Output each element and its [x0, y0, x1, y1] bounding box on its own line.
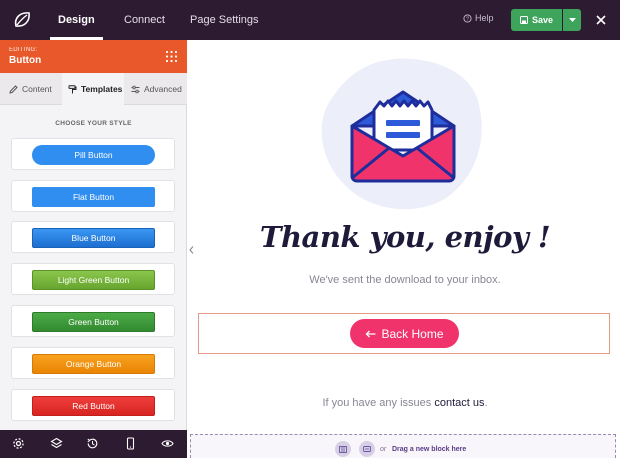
subtab-content-label: Content [22, 84, 52, 94]
style-preview-button: Pill Button [32, 145, 155, 165]
style-preview-button: Orange Button [32, 354, 155, 374]
layers-icon[interactable] [50, 437, 63, 450]
style-preview-button: Red Button [32, 396, 155, 416]
back-home-label: Back Home [381, 326, 444, 341]
issues-text: If you have any issues contact us. [190, 397, 620, 409]
save-icon [519, 16, 528, 24]
contact-us-link[interactable]: contact us [434, 397, 484, 409]
editing-label: EDITING: [9, 47, 38, 53]
save-label: Save [531, 15, 554, 25]
subtab-advanced-label: Advanced [144, 84, 182, 94]
grid-dots-icon[interactable] [165, 50, 178, 63]
style-card-flat[interactable]: Flat Button [11, 180, 175, 212]
pencil-icon [9, 84, 18, 94]
style-preview-button: Flat Button [32, 187, 155, 207]
paint-roller-icon [68, 84, 77, 93]
sidebar-subtabs: Content Templates Advanced [0, 73, 187, 105]
tab-design[interactable]: Design [50, 0, 103, 40]
add-section-icon[interactable] [335, 441, 351, 457]
style-card-red[interactable]: Red Button [11, 389, 175, 421]
gear-icon[interactable] [12, 437, 25, 450]
issues-period: . [484, 397, 488, 409]
editing-title: Button [9, 55, 42, 66]
subtab-advanced[interactable]: Advanced [124, 73, 187, 105]
style-preview-button: Green Button [32, 312, 155, 332]
download-sent-text: We've sent the download to your inbox. [309, 274, 501, 286]
subtab-templates-label: Templates [81, 84, 123, 94]
section-title: CHOOSE YOUR STYLE [55, 120, 132, 127]
top-bar: Design Connect Page Settings ? Help Save [0, 0, 620, 40]
sidebar-bottom-toolbar [0, 430, 187, 458]
drop-or-text: or [380, 446, 387, 453]
chevron-down-icon [568, 17, 576, 22]
style-preview-button: Blue Button [32, 228, 155, 248]
back-home-button[interactable]: Back Home [350, 319, 459, 348]
seedprod-logo-icon[interactable] [8, 6, 36, 34]
style-preview-button: Light Green Button [32, 270, 155, 290]
sliders-icon [131, 85, 140, 93]
tab-connect[interactable]: Connect [124, 0, 165, 40]
help-label: Help [475, 13, 494, 23]
tab-page-settings[interactable]: Page Settings [190, 0, 259, 40]
mobile-preview-icon[interactable] [124, 437, 137, 450]
eye-icon[interactable] [161, 437, 174, 450]
add-block-icon[interactable] [359, 441, 375, 457]
close-icon[interactable] [593, 12, 609, 28]
arrow-left-icon [366, 330, 376, 337]
page-heading: Thank you, enjoy ! [259, 220, 551, 254]
drop-zone[interactable]: or Drag a new block here [190, 434, 616, 458]
issues-message: If you have any issues [322, 397, 432, 409]
history-icon[interactable] [86, 437, 99, 450]
subtab-content[interactable]: Content [0, 73, 62, 105]
style-card-blue[interactable]: Blue Button [11, 221, 175, 253]
editing-header: EDITING: Button [0, 40, 187, 73]
subtab-templates[interactable]: Templates [62, 73, 124, 105]
save-options-dropdown[interactable] [563, 9, 581, 31]
help-icon: ? [463, 13, 472, 22]
style-card-pill[interactable]: Pill Button [11, 138, 175, 170]
svg-text:?: ? [466, 16, 469, 22]
style-card-green[interactable]: Green Button [11, 305, 175, 337]
style-card-light-green[interactable]: Light Green Button [11, 263, 175, 295]
sidebar-panel: EDITING: Button Content Templates Advanc… [0, 40, 187, 430]
style-card-orange[interactable]: Orange Button [11, 347, 175, 379]
envelope-icon [350, 90, 456, 183]
help-link[interactable]: ? Help [463, 13, 494, 23]
drop-zone-label: Drag a new block here [392, 446, 467, 453]
save-button[interactable]: Save [511, 9, 562, 31]
